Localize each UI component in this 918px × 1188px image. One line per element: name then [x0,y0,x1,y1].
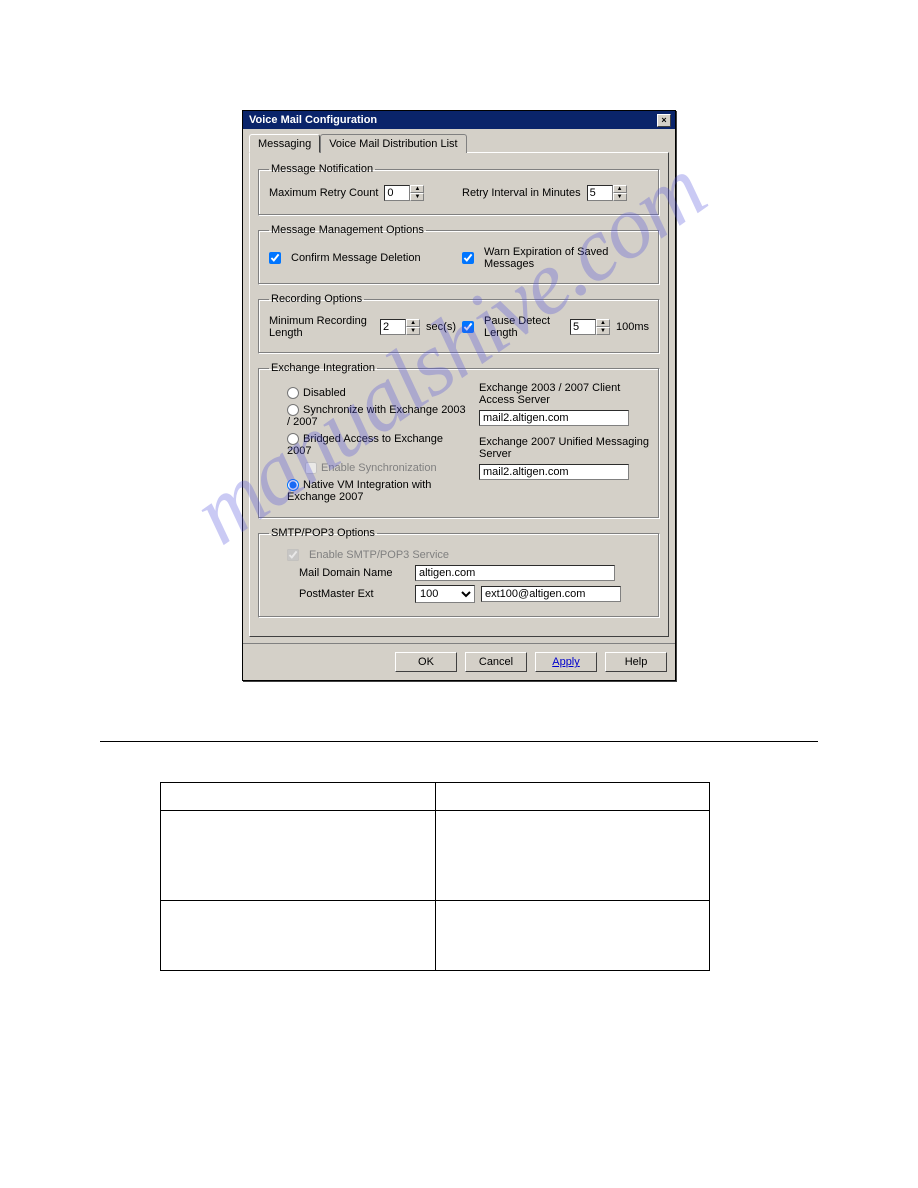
mail-domain-input[interactable] [415,565,615,581]
close-icon[interactable]: × [657,114,671,127]
exchange-native-radio[interactable] [287,479,299,491]
group-notification-legend: Message Notification [269,163,375,175]
min-length-unit: sec(s) [426,321,456,333]
table-cell [161,783,436,811]
exchange-sync-radio[interactable] [287,404,299,416]
spin-down-icon[interactable]: ▼ [596,327,610,335]
min-length-spinner[interactable]: ▲▼ [380,319,420,335]
ok-button[interactable]: OK [395,652,457,672]
postmaster-label: PostMaster Ext [299,588,409,600]
um-server-label: Exchange 2007 Unified Messaging Server [479,436,649,460]
spin-up-icon[interactable]: ▲ [613,185,627,193]
group-mgmt: Message Management Options Confirm Messa… [258,224,660,285]
max-retry-spinner[interactable]: ▲▼ [384,185,424,201]
table-cell [435,901,710,971]
group-mgmt-legend: Message Management Options [269,224,426,236]
help-button[interactable]: Help [605,652,667,672]
window-title: Voice Mail Configuration [249,114,377,126]
mail-domain-label: Mail Domain Name [299,567,409,579]
client-access-server-input[interactable] [479,410,629,426]
cancel-button[interactable]: Cancel [465,652,527,672]
pause-detect-unit: 100ms [616,321,649,333]
exchange-bridged-label: Bridged Access to Exchange 2007 [287,433,443,457]
enable-smtp-checkbox [287,549,299,561]
group-recording-legend: Recording Options [269,293,364,305]
voice-mail-config-dialog: Voice Mail Configuration × Messaging Voi… [242,110,676,681]
exchange-server-column: Exchange 2003 / 2007 Client Access Serve… [479,382,649,508]
group-smtp: SMTP/POP3 Options Enable SMTP/POP3 Servi… [258,527,660,618]
spin-up-icon[interactable]: ▲ [410,185,424,193]
group-exchange: Exchange Integration Disabled Synchroniz… [258,362,660,519]
page-divider [100,741,818,742]
dialog-button-row: OK Cancel Apply Help [243,643,675,680]
enable-sync-checkbox [305,462,317,474]
tab-panel: Message Notification Maximum Retry Count… [249,152,669,637]
postmaster-ext-select[interactable]: 100 [415,585,475,603]
warn-expire-checkbox[interactable] [462,252,474,264]
warn-expire-label: Warn Expiration of Saved Messages [484,246,649,270]
spin-down-icon[interactable]: ▼ [613,193,627,201]
tab-row: Messaging Voice Mail Distribution List [243,129,675,152]
retry-interval-spinner[interactable]: ▲▼ [587,185,627,201]
group-smtp-legend: SMTP/POP3 Options [269,527,377,539]
max-retry-label: Maximum Retry Count [269,187,378,199]
client-access-server-label: Exchange 2003 / 2007 Client Access Serve… [479,382,649,406]
pause-detect-spinner[interactable]: ▲▼ [570,319,610,335]
group-recording: Recording Options Minimum Recording Leng… [258,293,660,354]
exchange-radio-column: Disabled Synchronize with Exchange 2003 … [269,382,469,508]
enable-smtp-label: Enable SMTP/POP3 Service [309,549,449,561]
tab-messaging[interactable]: Messaging [249,134,320,153]
spin-down-icon[interactable]: ▼ [410,193,424,201]
exchange-bridged-radio[interactable] [287,433,299,445]
pause-detect-checkbox[interactable] [462,321,474,333]
spin-up-icon[interactable]: ▲ [596,319,610,327]
table-cell [435,811,710,901]
max-retry-input[interactable] [384,185,410,201]
group-notification: Message Notification Maximum Retry Count… [258,163,660,216]
postmaster-email-input[interactable] [481,586,621,602]
enable-sync-label: Enable Synchronization [321,462,437,474]
table-cell [161,901,436,971]
group-exchange-legend: Exchange Integration [269,362,377,374]
titlebar: Voice Mail Configuration × [243,111,675,129]
exchange-disabled-label: Disabled [303,387,346,399]
table-cell [435,783,710,811]
spin-up-icon[interactable]: ▲ [406,319,420,327]
pause-detect-label: Pause Detect Length [484,315,564,339]
retry-interval-input[interactable] [587,185,613,201]
confirm-delete-label: Confirm Message Deletion [291,252,421,264]
table-cell [161,811,436,901]
retry-interval-label: Retry Interval in Minutes [462,187,581,199]
document-table [160,782,710,971]
min-length-input[interactable] [380,319,406,335]
exchange-disabled-radio[interactable] [287,387,299,399]
apply-button[interactable]: Apply [535,652,597,672]
spin-down-icon[interactable]: ▼ [406,327,420,335]
exchange-native-label: Native VM Integration with Exchange 2007 [287,479,431,503]
pause-detect-input[interactable] [570,319,596,335]
um-server-input[interactable] [479,464,629,480]
min-length-label: Minimum Recording Length [269,315,374,339]
exchange-sync-label: Synchronize with Exchange 2003 / 2007 [287,404,466,428]
confirm-delete-checkbox[interactable] [269,252,281,264]
tab-distribution-list[interactable]: Voice Mail Distribution List [320,134,466,153]
